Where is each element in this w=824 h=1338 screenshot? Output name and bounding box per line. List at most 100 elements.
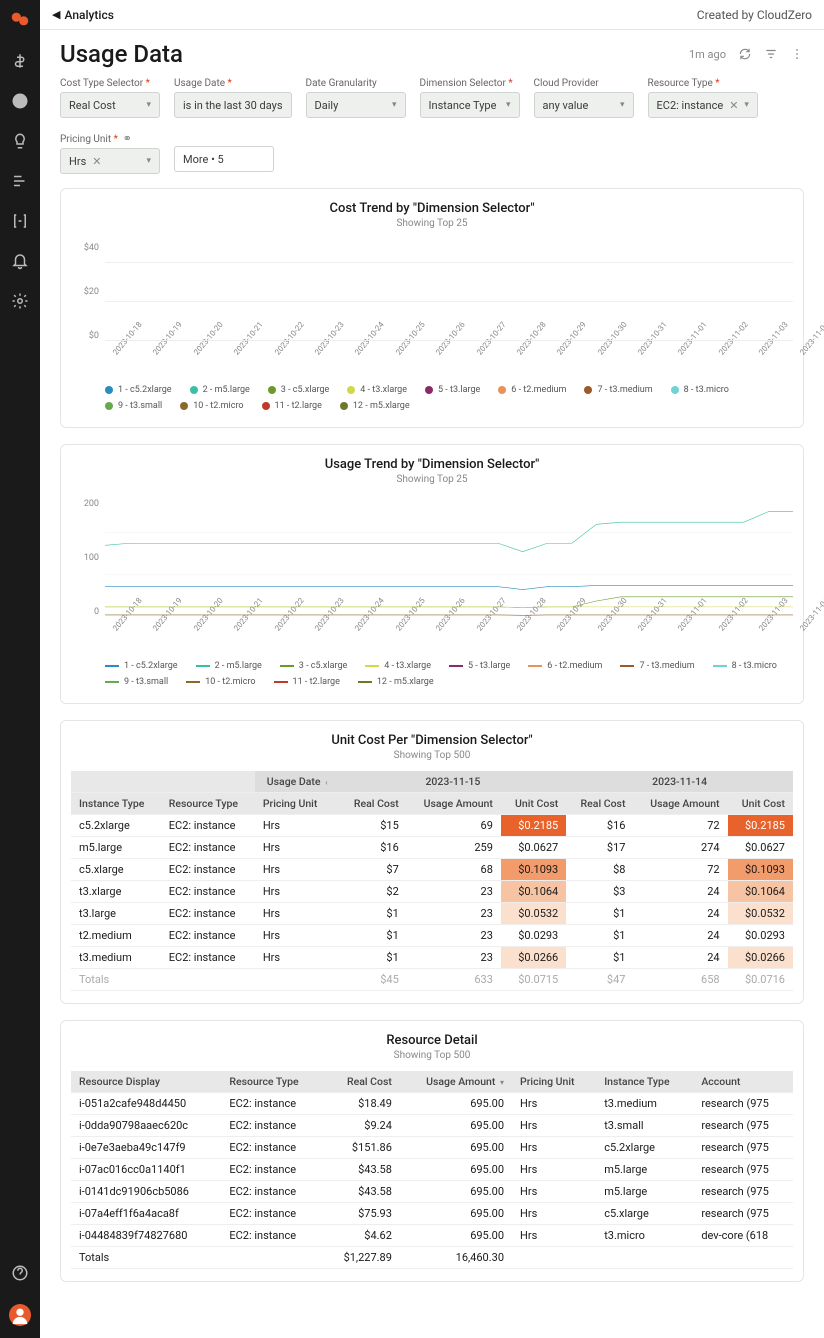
unit-cost-panel: Unit Cost Per "Dimension Selector" Showi… (60, 720, 804, 1004)
legend-item[interactable]: 6 - t2.medium (528, 661, 602, 671)
legend-item[interactable]: 7 - t3.medium (620, 661, 694, 671)
legend-item[interactable]: 4 - t3.xlarge (347, 385, 407, 395)
legend-item[interactable]: 11 - t2.large (274, 677, 340, 687)
cost-trend-title: Cost Trend by "Dimension Selector" (71, 201, 793, 216)
legend-item[interactable]: 1 - c5.2xlarge (105, 385, 172, 395)
unit-cost-table[interactable]: Usage Date ‹2023-11-152023-11-14Instance… (71, 771, 793, 991)
table-row[interactable]: i-07ac016cc0a1140f1EC2: instance$43.5869… (71, 1159, 793, 1181)
pie-icon[interactable] (11, 92, 29, 110)
filter-label: Cloud Provider (534, 78, 634, 89)
legend-item[interactable]: 9 - t3.small (105, 401, 162, 411)
back-icon[interactable]: ◀ (52, 8, 60, 21)
chevron-down-icon: ▾ (146, 100, 151, 110)
more-filters-button[interactable]: More • 5 (174, 146, 274, 172)
page-title: Usage Data (60, 40, 183, 68)
legend-item[interactable]: 3 - c5.xlarge (280, 661, 348, 671)
brackets-icon[interactable] (11, 212, 29, 230)
legend-item[interactable]: 2 - m5.large (190, 385, 250, 395)
chevron-down-icon: ▾ (620, 100, 625, 110)
clear-icon[interactable]: ✕ (729, 99, 738, 112)
unit-cost-sub: Showing Top 500 (71, 750, 793, 761)
filter-cost-type-selector[interactable]: Real Cost▾ (60, 92, 160, 118)
filter-label: Cost Type Selector * (60, 78, 160, 89)
table-row[interactable]: m5.largeEC2: instanceHrs$16259$0.0627$17… (71, 837, 793, 859)
filter-date-granularity[interactable]: Daily▾ (306, 92, 406, 118)
legend-item[interactable]: 8 - t3.micro (671, 385, 729, 395)
legend-item[interactable]: 4 - t3.xlarge (365, 661, 431, 671)
avatar[interactable] (9, 1304, 31, 1326)
chevron-down-icon: ▾ (392, 100, 397, 110)
list-icon[interactable] (11, 172, 29, 190)
link-icon: ⚭ (120, 132, 132, 145)
gear-icon[interactable] (11, 292, 29, 310)
filter-label: Date Granularity (306, 78, 406, 89)
filter-resource-type[interactable]: EC2: instance✕▾ (648, 92, 758, 118)
resource-sub: Showing Top 500 (71, 1050, 793, 1061)
table-row[interactable]: t3.xlargeEC2: instanceHrs$223$0.1064$324… (71, 881, 793, 903)
filter-label: Resource Type * (648, 78, 758, 89)
bulb-icon[interactable] (11, 132, 29, 150)
table-row[interactable]: i-051a2cafe948d4450EC2: instance$18.4969… (71, 1093, 793, 1115)
filter-icon[interactable] (764, 47, 778, 61)
totals-row: Totals$45633$0.0715$47658$0.0716 (71, 969, 793, 991)
table-row[interactable]: i-04484839f74827680EC2: instance$4.62695… (71, 1225, 793, 1247)
legend-item[interactable]: 5 - t3.large (425, 385, 480, 395)
bar-yaxis: $40$20$0 (71, 239, 105, 369)
x-tick: 2023-11-04 (798, 596, 824, 645)
legend-item[interactable]: 10 - t2.micro (186, 677, 255, 687)
legend-item[interactable]: 9 - t3.small (105, 677, 168, 687)
filter-dimension-selector[interactable]: Instance Type▾ (420, 92, 520, 118)
table-row[interactable]: i-0dda90798aaec620cEC2: instance$9.24695… (71, 1115, 793, 1137)
table-row[interactable]: i-0e7e3aeba49c147f9EC2: instance$151.866… (71, 1137, 793, 1159)
created-by: Created by CloudZero (697, 8, 812, 22)
cost-trend-panel: Cost Trend by "Dimension Selector" Showi… (60, 188, 804, 428)
help-icon[interactable] (11, 1264, 29, 1282)
topbar: ◀ Analytics Created by CloudZero (40, 0, 824, 30)
table-row[interactable]: c5.xlargeEC2: instanceHrs$768$0.1093$872… (71, 859, 793, 881)
legend-item[interactable]: 3 - c5.xlarge (268, 385, 330, 395)
filter-label: Dimension Selector * (420, 78, 520, 89)
breadcrumb[interactable]: Analytics (64, 8, 113, 22)
legend-item[interactable]: 2 - m5.large (196, 661, 262, 671)
table-row[interactable]: i-07a4eff1f6a4aca8fEC2: instance$75.9369… (71, 1203, 793, 1225)
legend-item[interactable]: 5 - t3.large (449, 661, 510, 671)
usage-trend-panel: Usage Trend by "Dimension Selector" Show… (60, 444, 804, 704)
legend-item[interactable]: 12 - m5.xlarge (358, 677, 434, 687)
table-row[interactable]: t3.largeEC2: instanceHrs$123$0.0532$124$… (71, 903, 793, 925)
resource-detail-panel: Resource Detail Showing Top 500 Resource… (60, 1020, 804, 1282)
clear-icon[interactable]: ✕ (92, 155, 101, 168)
totals-row: Totals$1,227.8916,460.30 (71, 1247, 793, 1269)
legend-item[interactable]: 10 - t2.micro (180, 401, 243, 411)
kebab-icon[interactable] (790, 47, 804, 61)
filter-pricing-unit[interactable]: Hrs✕▾ (60, 148, 160, 174)
legend-item[interactable]: 1 - c5.2xlarge (105, 661, 178, 671)
filter-label: Usage Date * (174, 78, 292, 89)
dollar-icon[interactable] (11, 52, 29, 70)
refresh-icon[interactable] (738, 47, 752, 61)
legend-item[interactable]: 6 - t2.medium (498, 385, 566, 395)
resource-table[interactable]: Resource DisplayResource TypeReal CostUs… (71, 1071, 793, 1269)
unit-cost-title: Unit Cost Per "Dimension Selector" (71, 733, 793, 748)
table-row[interactable]: c5.2xlargeEC2: instanceHrs$1569$0.2185$1… (71, 815, 793, 837)
table-row[interactable]: i-0141dc91906cb5086EC2: instance$43.5869… (71, 1181, 793, 1203)
legend-item[interactable]: 7 - t3.medium (584, 385, 652, 395)
bar-legend: 1 - c5.2xlarge 2 - m5.large 3 - c5.xlarge 4… (71, 369, 793, 415)
chevron-down-icon: ▾ (506, 100, 511, 110)
legend-item[interactable]: 12 - m5.xlarge (340, 401, 410, 411)
resource-title: Resource Detail (71, 1033, 793, 1048)
x-tick: 2023-11-04 (798, 320, 824, 369)
bell-icon[interactable] (11, 252, 29, 270)
logo-icon[interactable] (9, 8, 31, 30)
chevron-down-icon: ▾ (744, 100, 749, 110)
line-series[interactable] (105, 512, 793, 552)
legend-item[interactable]: 11 - t2.large (262, 401, 322, 411)
legend-item[interactable]: 8 - t3.micro (713, 661, 777, 671)
usage-trend-title: Usage Trend by "Dimension Selector" (71, 457, 793, 472)
cost-trend-sub: Showing Top 25 (71, 218, 793, 229)
line-yaxis: 2001000 (71, 495, 105, 645)
table-row[interactable]: t3.mediumEC2: instanceHrs$123$0.0266$124… (71, 947, 793, 969)
table-row[interactable]: t2.mediumEC2: instanceHrs$123$0.0293$124… (71, 925, 793, 947)
filter-cloud-provider[interactable]: any value▾ (534, 92, 634, 118)
filter-usage-date[interactable]: is in the last 30 days (174, 92, 292, 118)
line-series[interactable] (105, 585, 793, 589)
